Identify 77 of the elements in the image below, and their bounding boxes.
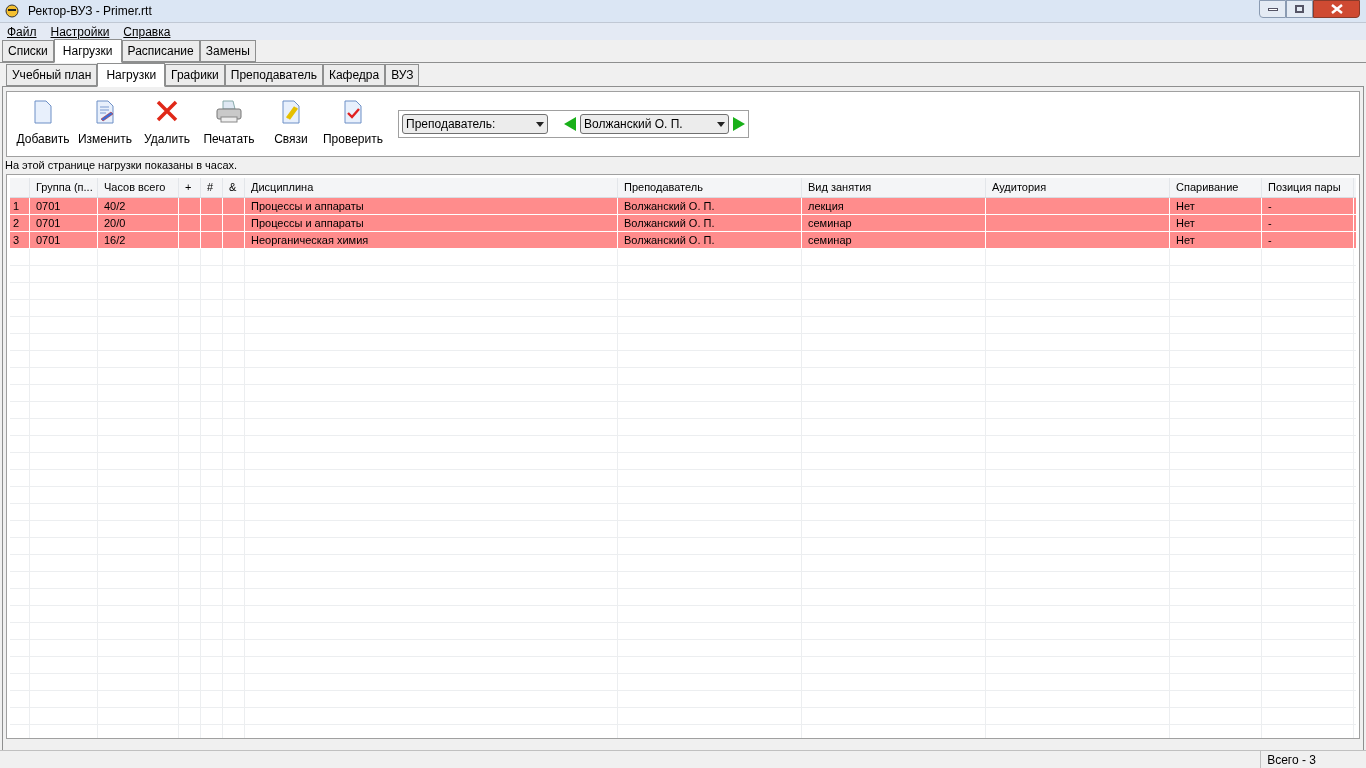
menu-item[interactable]: Справка — [116, 22, 178, 41]
table-row[interactable]: 1 0701 40/2 Процессы и аппараты Волжанский О. П. лекция Нет - — [10, 198, 1356, 215]
tab[interactable]: Расписание — [121, 40, 200, 62]
tab[interactable]: Нагрузки — [53, 39, 122, 63]
app-icon — [4, 3, 20, 19]
table-cell-text: Волжанский О. П. — [623, 215, 716, 231]
caret-icon — [536, 121, 544, 127]
table-cell-text: Неорганическая химия — [250, 232, 370, 248]
tab[interactable]: Преподаватель — [224, 64, 323, 86]
toolbar-button[interactable]: Удалить — [136, 98, 198, 150]
table-row[interactable]: 2 0701 20/0 Процессы и аппараты Волжанский О. П. семинар Нет - — [10, 215, 1356, 232]
delete-icon — [156, 100, 178, 122]
close-button[interactable] — [1313, 0, 1360, 18]
table-cell-text: 2 — [12, 215, 21, 231]
restore-button[interactable] — [1286, 0, 1313, 18]
column-header[interactable]: # — [201, 178, 223, 197]
document-link-icon — [281, 100, 301, 124]
column-header[interactable]: Позиция пары — [1262, 178, 1354, 197]
table-cell-text: Нет — [1175, 198, 1196, 214]
close-icon — [1330, 4, 1343, 14]
status-total: Всего - 3 — [1260, 750, 1326, 768]
info-text: На этой странице нагрузки показаны в часах. — [5, 158, 239, 172]
tab[interactable]: Списки — [2, 40, 54, 62]
toolbar-button[interactable]: Связи — [260, 98, 322, 150]
column-header[interactable]: Группа (п... — [30, 178, 98, 197]
table-cell-text: Волжанский О. П. — [623, 198, 716, 214]
toolbar-button[interactable]: Добавить — [12, 98, 74, 150]
minimize-button[interactable] — [1259, 0, 1286, 18]
table-cell-text: - — [1267, 232, 1273, 248]
tab[interactable]: Нагрузки — [97, 63, 166, 87]
tab[interactable]: Замены — [199, 40, 256, 62]
tab[interactable]: Кафедра — [322, 64, 386, 86]
menu-item[interactable]: Настройки — [43, 22, 117, 41]
toolbar-button[interactable]: Печатать — [198, 98, 260, 150]
printer-icon — [216, 100, 242, 124]
document-icon — [33, 100, 53, 124]
table-cell-text: - — [1267, 198, 1273, 214]
previous-arrow-icon[interactable] — [564, 117, 576, 131]
filter-type-dropdown[interactable]: Преподаватель: — [402, 114, 548, 134]
tab[interactable]: Графики — [165, 64, 225, 86]
table-cell-text: - — [1267, 215, 1273, 231]
toolbar-button[interactable]: Изменить — [74, 98, 136, 150]
document-pencil-icon — [95, 100, 115, 124]
table-cell-text: 1 — [12, 198, 21, 214]
table-row[interactable]: 3 0701 16/2 Неорганическая химия Волжанский О. П. семинар Нет - — [10, 232, 1356, 249]
column-header[interactable]: Дисциплина — [245, 178, 618, 197]
window-title: Ректор-ВУЗ - Primer.rtt — [28, 3, 152, 20]
table-cell-text: Процессы и аппараты — [250, 198, 365, 214]
table-cell-text: 20/0 — [103, 215, 127, 231]
next-arrow-icon[interactable] — [733, 117, 745, 131]
column-header[interactable]: Аудитория — [986, 178, 1170, 197]
table-cell-text: Процессы и аппараты — [250, 215, 365, 231]
table-cell-text: 40/2 — [103, 198, 127, 214]
caret-icon — [717, 121, 725, 127]
toolbar-button[interactable]: Проверить — [322, 98, 384, 150]
column-header[interactable]: Часов всего — [98, 178, 179, 197]
teacher-dropdown[interactable]: Волжанский О. П. — [580, 114, 729, 134]
table-cell-text: Нет — [1175, 232, 1196, 248]
table-cell-text: семинар — [807, 232, 853, 248]
table-cell-text: лекция — [807, 198, 845, 214]
column-header[interactable]: Вид занятия — [802, 178, 986, 197]
table-cell-text: Волжанский О. П. — [623, 232, 716, 248]
column-header[interactable]: & — [223, 178, 245, 197]
tab[interactable]: ВУЗ — [385, 64, 420, 86]
document-check-icon — [343, 100, 363, 124]
menu-item[interactable]: Файл — [0, 22, 44, 41]
table-cell-text: семинар — [807, 215, 853, 231]
table-cell-text: 3 — [12, 232, 21, 248]
column-header[interactable]: Преподаватель — [618, 178, 802, 197]
table-cell-text: Нет — [1175, 215, 1196, 231]
table-cell-text: 16/2 — [103, 232, 127, 248]
table-cell-text: 0701 — [35, 215, 62, 231]
tab[interactable]: Учебный план — [6, 64, 98, 86]
column-header[interactable]: + — [179, 178, 201, 197]
table-cell-text: 0701 — [35, 232, 62, 248]
column-header[interactable]: Спаривание — [1170, 178, 1262, 197]
table-cell-text: 0701 — [35, 198, 62, 214]
